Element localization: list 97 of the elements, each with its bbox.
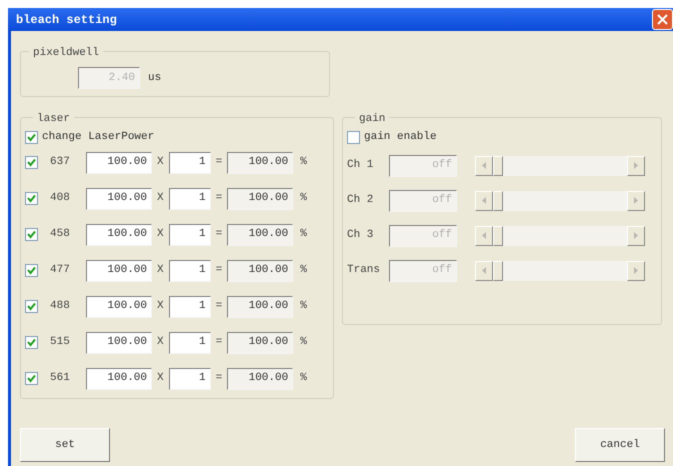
unit-label: %: [300, 371, 307, 386]
unit-label: %: [300, 299, 307, 314]
power-field[interactable]: 100.00: [86, 368, 152, 390]
right-arrow-icon: [634, 162, 638, 169]
equals-sign: =: [216, 335, 222, 350]
power-field[interactable]: 100.00: [86, 224, 152, 246]
multiplier-field[interactable]: 1: [168, 368, 211, 390]
close-icon: [657, 14, 668, 25]
group-label: pixeldwell: [33, 47, 100, 59]
wavelength-label: 488: [50, 299, 71, 314]
scroll-left-button[interactable]: [475, 260, 493, 280]
multiplier-field[interactable]: 1: [168, 224, 211, 246]
checkbox[interactable]: [25, 130, 38, 144]
right-arrow-icon: [634, 197, 638, 204]
set-button[interactable]: set: [20, 428, 110, 462]
scroll-right-button[interactable]: [627, 260, 645, 280]
times-sign: X: [157, 227, 164, 242]
checkbox-label: change LaserPower: [42, 130, 154, 145]
scrollbar-thumb[interactable]: [493, 260, 503, 280]
scroll-right-button[interactable]: [627, 226, 645, 246]
result-field[interactable]: 100.00: [227, 296, 294, 318]
scrollbar[interactable]: [475, 156, 645, 176]
times-sign: X: [157, 371, 164, 386]
cancel-button[interactable]: cancel: [575, 428, 665, 462]
scroll-left-button[interactable]: [475, 190, 493, 210]
channel-label: Ch 2: [347, 193, 374, 208]
wavelength-label: 477: [50, 263, 71, 278]
multiplier-field[interactable]: 1: [168, 296, 211, 318]
checkbox[interactable]: [25, 228, 38, 241]
checkbox[interactable]: [25, 372, 38, 385]
result-field[interactable]: 100.00: [227, 368, 294, 390]
equals-sign: =: [216, 263, 222, 278]
left-arrow-icon: [482, 232, 486, 239]
multiplier-field[interactable]: 1: [168, 188, 211, 210]
checkbox[interactable]: [25, 336, 38, 349]
scrollbar-thumb[interactable]: [493, 226, 503, 246]
wavelength-label: 458: [50, 227, 71, 242]
scrollbar-thumb[interactable]: [493, 190, 503, 210]
checkbox-label: gain enable: [364, 130, 437, 145]
window-title: bleach setting: [16, 12, 117, 28]
unit-label: %: [300, 335, 307, 350]
power-field[interactable]: 100.00: [86, 296, 152, 318]
power-field[interactable]: 100.00: [86, 260, 152, 282]
result-field[interactable]: 100.00: [227, 260, 294, 282]
wavelength-label: 561: [50, 371, 71, 386]
scrollbar[interactable]: [475, 260, 645, 280]
scrollbar-thumb[interactable]: [493, 156, 503, 176]
times-sign: X: [157, 155, 164, 170]
wavelength-label: 408: [50, 191, 71, 206]
group-label: gain: [359, 113, 386, 125]
power-field[interactable]: 100.00: [86, 152, 152, 174]
checkbox[interactable]: [347, 130, 360, 144]
multiplier-field[interactable]: 1: [168, 260, 211, 282]
right-arrow-icon: [634, 267, 638, 274]
times-sign: X: [157, 335, 164, 350]
equals-sign: =: [216, 371, 222, 386]
scroll-right-button[interactable]: [627, 190, 645, 210]
channel-label: Ch 1: [347, 158, 374, 174]
channel-label: Trans: [347, 263, 382, 278]
scroll-right-button[interactable]: [627, 156, 645, 176]
equals-sign: =: [216, 191, 222, 206]
unit-label: %: [300, 191, 307, 206]
unit-label: %: [300, 155, 307, 170]
result-field[interactable]: 100.00: [227, 332, 294, 354]
left-arrow-icon: [482, 197, 486, 204]
result-field[interactable]: 100.00: [227, 188, 294, 210]
scroll-left-button[interactable]: [475, 226, 493, 246]
left-arrow-icon: [482, 162, 486, 169]
multiplier-field[interactable]: 1: [168, 152, 211, 174]
times-sign: X: [157, 263, 164, 278]
unit-label: us: [148, 70, 162, 86]
times-sign: X: [157, 299, 164, 314]
multiplier-field[interactable]: 1: [168, 332, 211, 354]
checkbox[interactable]: [25, 300, 38, 313]
scrollbar[interactable]: [475, 190, 645, 210]
result-field[interactable]: 100.00: [227, 152, 294, 174]
scrollbar[interactable]: [475, 226, 645, 246]
right-arrow-icon: [634, 232, 638, 239]
group-label: laser: [37, 113, 70, 125]
channel-label: Ch 3: [347, 228, 374, 244]
power-field[interactable]: 100.00: [86, 332, 152, 354]
equals-sign: =: [216, 155, 222, 170]
unit-label: %: [300, 227, 307, 242]
checkbox[interactable]: [25, 264, 38, 277]
unit-label: %: [300, 263, 307, 278]
scroll-left-button[interactable]: [475, 156, 493, 176]
close-button[interactable]: [652, 9, 673, 30]
wavelength-label: 515: [50, 335, 71, 350]
left-arrow-icon: [482, 267, 486, 274]
checkbox[interactable]: [25, 192, 38, 205]
equals-sign: =: [216, 227, 222, 242]
equals-sign: =: [216, 299, 222, 314]
times-sign: X: [157, 191, 164, 206]
power-field[interactable]: 100.00: [86, 188, 152, 210]
checkbox[interactable]: [25, 156, 38, 169]
result-field[interactable]: 100.00: [227, 224, 294, 246]
wavelength-label: 637: [50, 155, 71, 170]
